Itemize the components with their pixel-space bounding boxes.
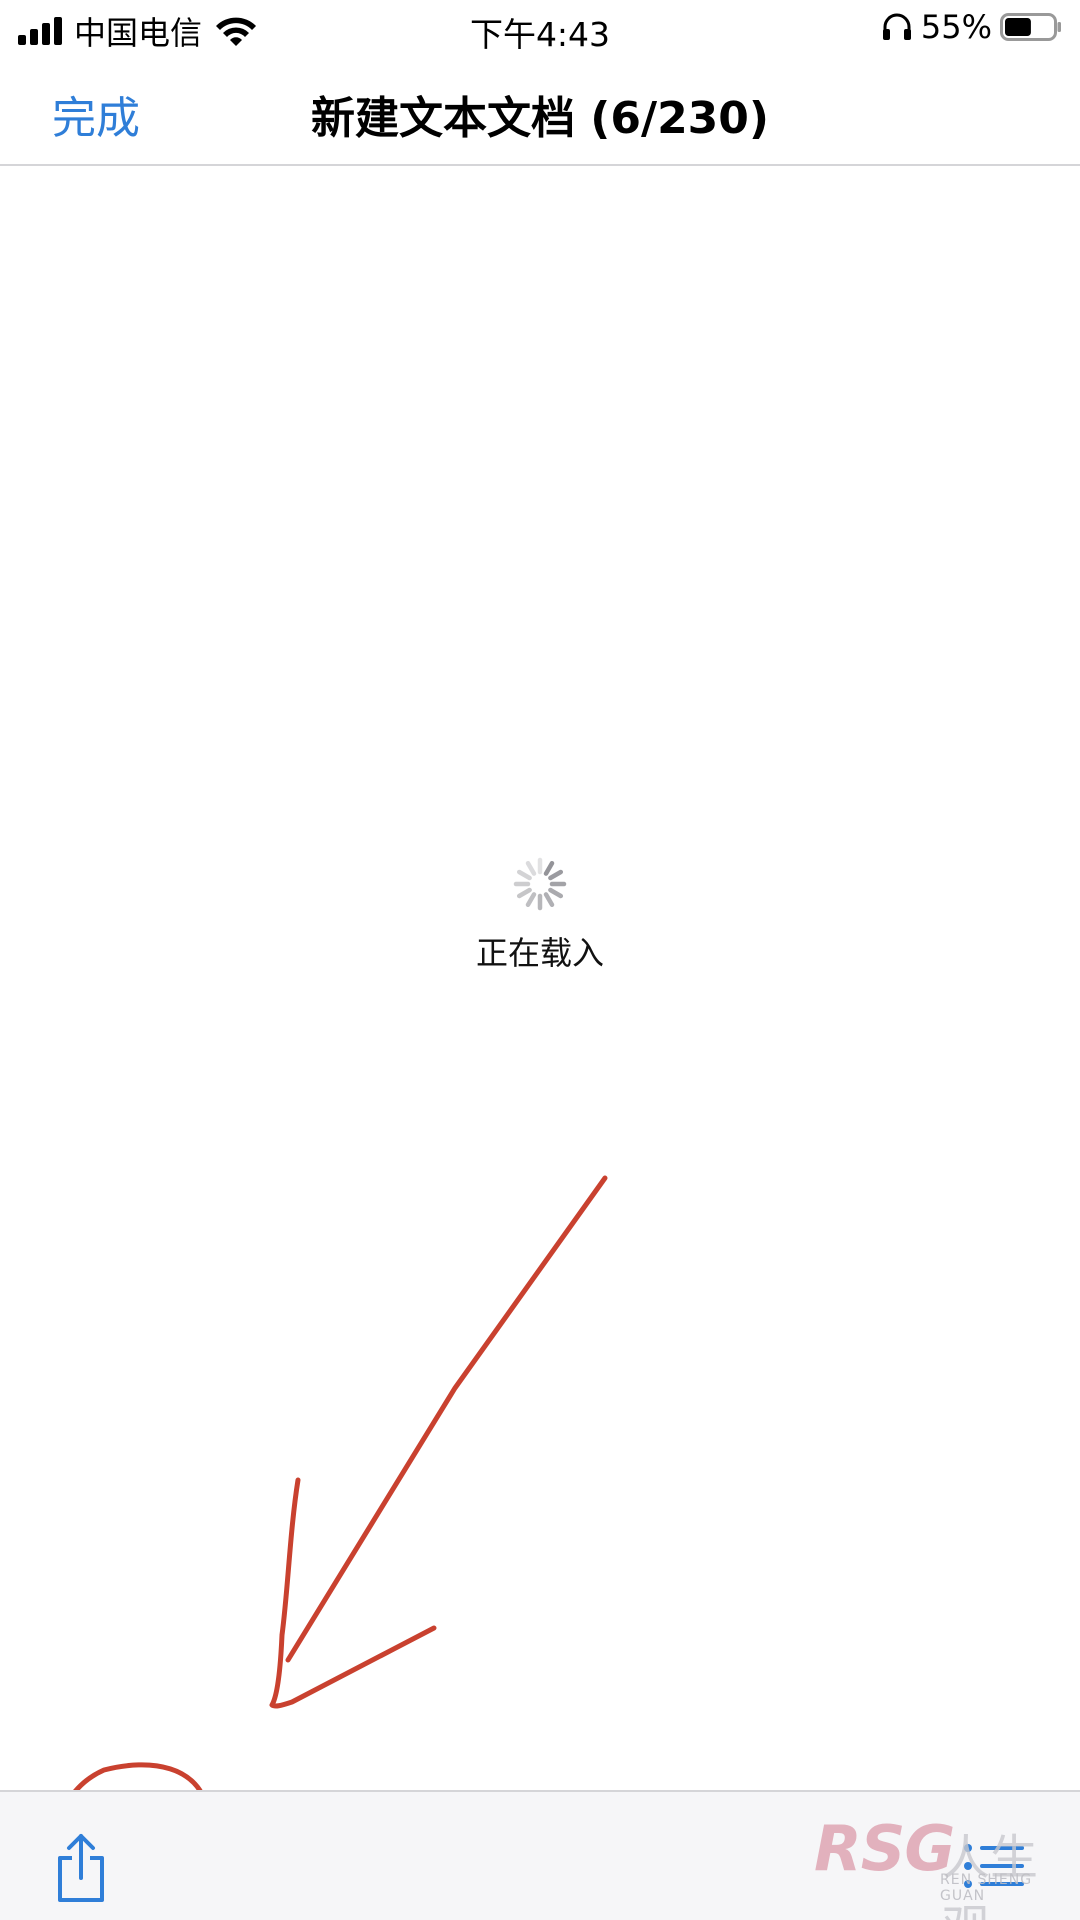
bottom-toolbar (0, 1790, 1080, 1920)
headphones-icon (882, 13, 911, 40)
page-title: 新建文本文档 (6/230) (310, 93, 770, 144)
loading-text: 正在载入 (475, 934, 604, 972)
list-icon[interactable] (962, 1840, 1024, 1892)
status-right: 55% (881, 8, 1062, 46)
share-icon[interactable] (52, 1832, 110, 1904)
loading-indicator: 正在载入 (0, 856, 1080, 974)
spinner-icon (513, 857, 567, 911)
status-bar: 中国电信 下午4:43 55% (0, 0, 1080, 56)
nav-bar: 完成 新建文本文档 (6/230) (0, 56, 1080, 166)
screen: 中国电信 下午4:43 55% 完成 新建文本文档 (6/230) 正在载入 R… (0, 0, 1080, 1920)
battery-icon (1000, 13, 1061, 41)
battery-percent: 55% (920, 8, 992, 46)
